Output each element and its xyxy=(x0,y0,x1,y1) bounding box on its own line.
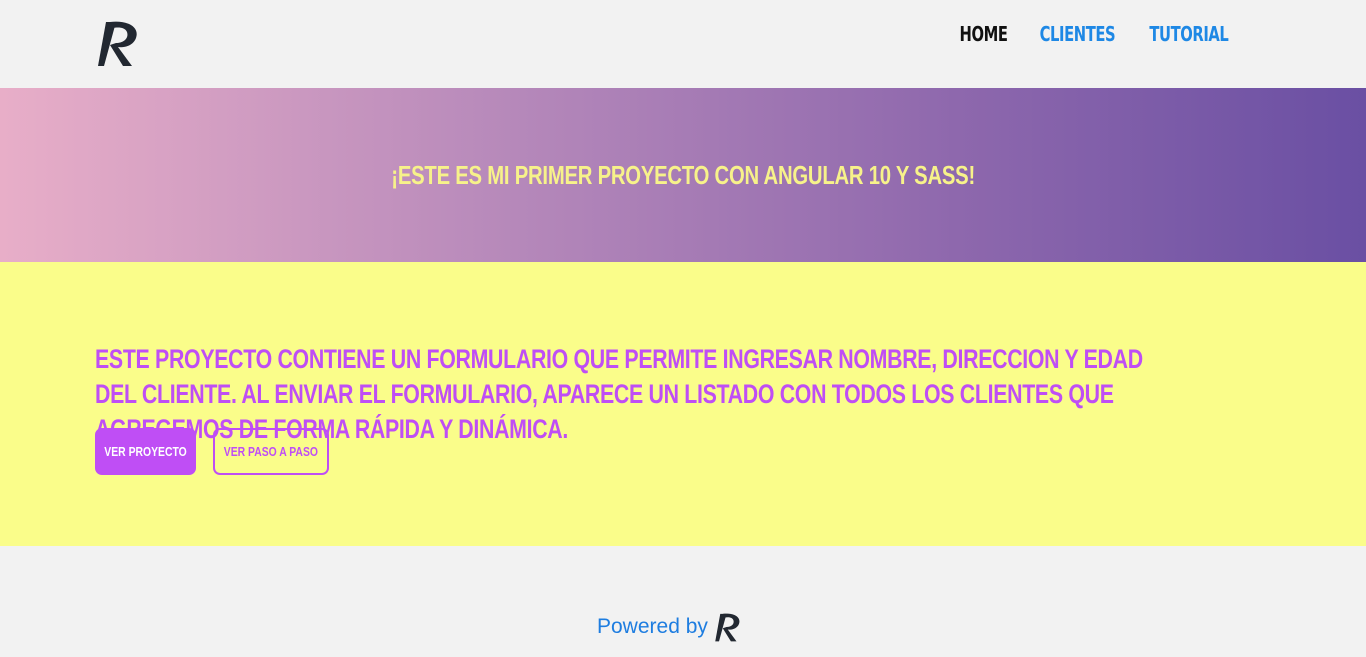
project-info-section: ESTE PROYECTO CONTIENE UN FORMULARIO QUE… xyxy=(0,262,1366,546)
site-header: HOME CLIENTES TUTORIAL xyxy=(0,0,1366,88)
logo-link[interactable] xyxy=(96,18,144,68)
banner-title: ¡ESTE ES MI PRIMER PROYECTO CON ANGULAR … xyxy=(391,159,975,190)
ver-proyecto-label: VER PROYECTO xyxy=(104,444,187,459)
hero-banner: ¡ESTE ES MI PRIMER PROYECTO CON ANGULAR … xyxy=(0,88,1366,262)
rp-logo-icon xyxy=(98,21,137,66)
nav-home[interactable]: HOME xyxy=(959,20,1007,48)
action-buttons: VER PROYECTO VER PASO A PASO xyxy=(95,428,329,475)
rp-logo-icon xyxy=(715,613,740,642)
ver-proyecto-button[interactable]: VER PROYECTO xyxy=(95,428,196,475)
powered-by-text: Powered by xyxy=(597,615,708,638)
main-nav: HOME CLIENTES TUTORIAL xyxy=(949,20,1228,48)
nav-clientes[interactable]: CLIENTES xyxy=(1040,20,1116,48)
powered-by: Powered by xyxy=(597,610,744,644)
nav-tutorial[interactable]: TUTORIAL xyxy=(1149,20,1228,48)
ver-paso-a-paso-button[interactable]: VER PASO A PASO xyxy=(213,428,329,475)
site-footer: Powered by xyxy=(0,546,1366,657)
ver-paso-a-paso-label: VER PASO A PASO xyxy=(223,444,319,459)
